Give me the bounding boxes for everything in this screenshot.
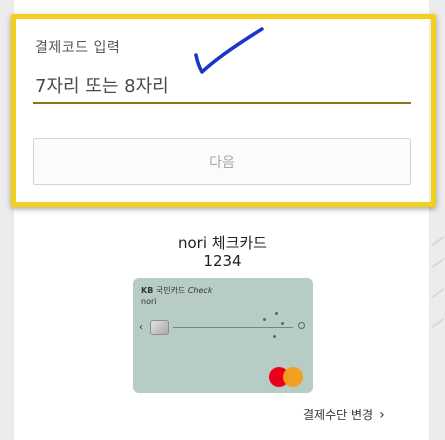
checkmark-annotation-icon xyxy=(194,27,264,74)
background-decoration xyxy=(431,288,445,298)
card-image[interactable]: KB 국민카드 Check nori ‹ xyxy=(133,278,313,393)
change-payment-link[interactable]: 결제수단 변경 › xyxy=(303,406,385,423)
background-decoration xyxy=(431,318,445,328)
card-brand-name: 국민카드 xyxy=(155,286,186,295)
card-arrow-icon: ‹ xyxy=(139,322,143,333)
card-issuer: KB xyxy=(141,286,154,295)
change-payment-label: 결제수단 변경 xyxy=(303,408,374,422)
mastercard-logo-icon xyxy=(269,367,305,387)
chevron-right-icon: › xyxy=(379,406,385,423)
card-dot xyxy=(273,335,276,338)
card-type: Check xyxy=(187,286,213,295)
card-dot xyxy=(263,318,266,321)
payment-code-label: 결제코드 입력 xyxy=(35,40,121,56)
card-ring xyxy=(298,322,305,329)
card-name: nori 체크카드 xyxy=(178,234,267,252)
next-button[interactable]: 다음 xyxy=(33,138,411,185)
card-brand: KB 국민카드 Check xyxy=(141,285,212,296)
card-chip-icon xyxy=(150,320,169,335)
card-stripe xyxy=(173,327,293,328)
card-product: nori xyxy=(141,297,157,306)
card-dot xyxy=(275,312,278,315)
card-dot xyxy=(281,322,284,325)
card-number: 1234 xyxy=(203,252,242,270)
